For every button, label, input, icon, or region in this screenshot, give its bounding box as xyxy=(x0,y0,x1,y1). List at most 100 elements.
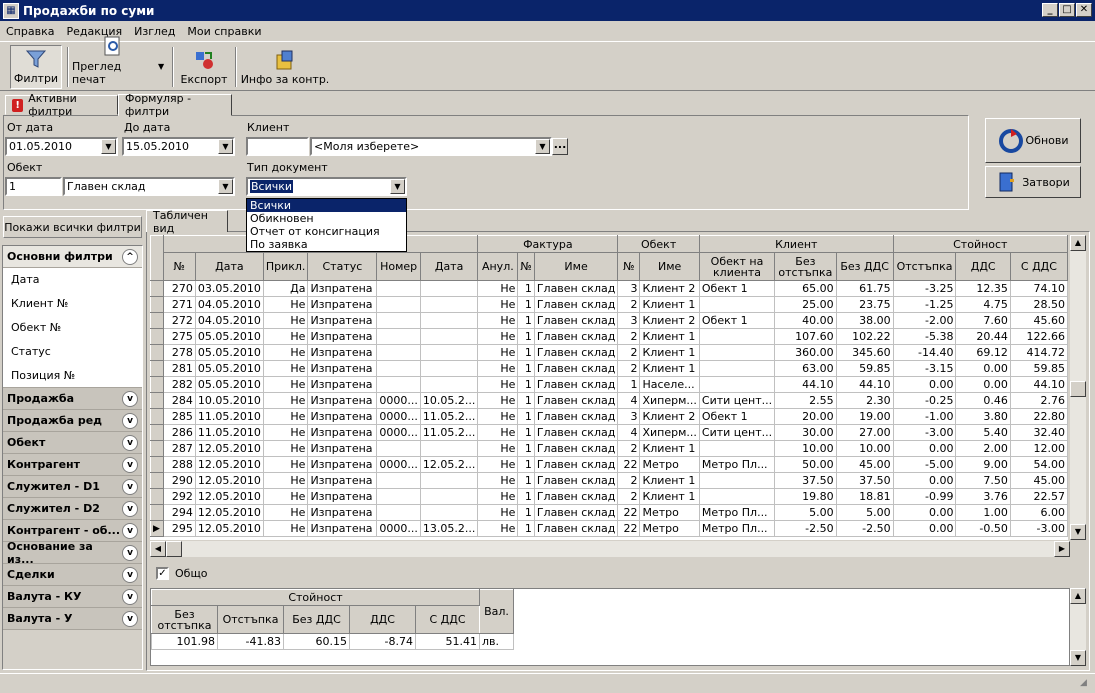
cell-client-no[interactable]: 22 xyxy=(617,504,641,521)
show-all-filters-button[interactable]: Покажи всички филтри xyxy=(3,216,142,238)
cell-client-name[interactable]: Клиент 2 xyxy=(639,280,700,297)
chevron-down-icon[interactable]: v xyxy=(122,434,138,451)
cell-sale-status[interactable]: Изпратена xyxy=(307,328,378,345)
cell-value-with-vat[interactable]: 2.76 xyxy=(1009,392,1068,409)
cell-invoice-date[interactable] xyxy=(419,472,479,489)
cell-value-with-vat[interactable]: -3.00 xyxy=(1009,520,1068,537)
chevron-down-icon[interactable]: v xyxy=(122,478,138,495)
column-header-sale-attached[interactable]: Прикл. xyxy=(262,252,309,281)
cell-value-with-vat[interactable]: 22.80 xyxy=(1009,408,1068,425)
cell-value-discount[interactable]: -5.00 xyxy=(892,456,957,473)
chevron-down-icon[interactable]: v xyxy=(122,588,138,605)
cell-sale-date[interactable]: 12.05.2010 xyxy=(194,440,264,457)
cell-client-name[interactable]: Метро xyxy=(639,520,700,537)
column-header-invoice-number[interactable]: Номер xyxy=(376,252,421,281)
table-row[interactable]: 290 12.05.2010 Не Изпратена Не 1 Главен склад 2… xyxy=(150,472,1068,489)
cell-sale-status[interactable]: Изпратена xyxy=(307,280,378,297)
column-header-sale-date[interactable]: Дата xyxy=(194,252,264,281)
cell-sale-no[interactable]: 271 xyxy=(162,296,196,313)
cell-object-no[interactable]: 1 xyxy=(517,296,535,313)
cell-invoice-date[interactable]: 12.05.2... xyxy=(419,456,479,473)
cell-client-name[interactable]: Населе... xyxy=(639,376,700,393)
table-row[interactable]: 282 05.05.2010 Не Изпратена Не 1 Главен склад 1… xyxy=(150,376,1068,393)
refresh-button[interactable]: Обнови xyxy=(985,118,1081,163)
cell-sale-status[interactable]: Изпратена xyxy=(307,312,378,329)
cell-client-no[interactable]: 3 xyxy=(617,408,641,425)
cell-sale-status[interactable]: Изпратена xyxy=(307,488,378,505)
sidebar-group-currency-u[interactable]: Валута - Уv xyxy=(3,608,142,630)
cell-value-no-discount[interactable]: 30.00 xyxy=(774,424,837,441)
cell-client-no[interactable]: 3 xyxy=(617,312,641,329)
cell-sale-status[interactable]: Изпратена xyxy=(307,456,378,473)
cell-value-no-vat[interactable]: 5.00 xyxy=(835,504,894,521)
cell-sale-attached[interactable]: Не xyxy=(262,344,309,361)
from-date-field[interactable]: 01.05.2010 ▼ xyxy=(5,137,118,156)
cell-value-with-vat[interactable]: 45.00 xyxy=(1009,472,1068,489)
cell-invoice-number[interactable] xyxy=(376,440,421,457)
cell-invoice-date[interactable] xyxy=(419,296,479,313)
cell-client-name[interactable]: Клиент 1 xyxy=(639,440,700,457)
cell-invoice-annulled[interactable]: Не xyxy=(477,360,519,377)
cell-value-no-vat[interactable]: 23.75 xyxy=(835,296,894,313)
cell-sale-date[interactable]: 12.05.2010 xyxy=(194,472,264,489)
cell-sale-date[interactable]: 03.05.2010 xyxy=(194,280,264,297)
sidebar-item-date[interactable]: Дата xyxy=(3,268,142,292)
cell-object-no[interactable]: 1 xyxy=(517,488,535,505)
scroll-right-icon[interactable]: ▶ xyxy=(1054,541,1070,557)
tab-active-filters[interactable]: ! Активни филтри xyxy=(5,92,118,118)
chevron-down-icon[interactable]: v xyxy=(122,522,138,539)
column-header-object-no[interactable]: № xyxy=(517,252,535,281)
cell-value-discount[interactable]: -5.38 xyxy=(892,328,957,345)
table-row[interactable]: 284 10.05.2010 Не Изпратена 0000... 10.05.2..… xyxy=(150,392,1068,409)
cell-value-with-vat[interactable]: 12.00 xyxy=(1009,440,1068,457)
cell-invoice-date[interactable] xyxy=(419,504,479,521)
cell-client-object[interactable]: Метро Пл... xyxy=(698,504,776,521)
cell-value-no-vat[interactable]: 37.50 xyxy=(835,472,894,489)
cell-value-vat[interactable]: -0.50 xyxy=(955,520,1011,537)
column-header-value-discount[interactable]: Отстъпка xyxy=(892,252,957,281)
sidebar-group-sale-row[interactable]: Продажба ред v xyxy=(3,410,142,432)
cell-value-with-vat[interactable]: 6.00 xyxy=(1009,504,1068,521)
cell-value-discount[interactable]: -3.15 xyxy=(892,360,957,377)
cell-client-object[interactable]: Сити цент... xyxy=(698,424,776,441)
cell-value-discount[interactable]: -1.00 xyxy=(892,408,957,425)
cell-invoice-number[interactable] xyxy=(376,360,421,377)
cell-object-name[interactable]: Главен склад xyxy=(533,328,619,345)
cell-object-no[interactable]: 1 xyxy=(517,440,535,457)
tab-form-filters[interactable]: Формуляр - филтри xyxy=(118,92,232,118)
chevron-down-icon[interactable]: ▼ xyxy=(101,139,116,154)
column-header-value-with-vat[interactable]: С ДДС xyxy=(1009,252,1068,281)
client-browse-button[interactable]: ... xyxy=(552,138,568,155)
cell-client-no[interactable]: 2 xyxy=(617,440,641,457)
cell-client-object[interactable]: Метро Пл... xyxy=(698,520,776,537)
cell-value-no-discount[interactable]: 50.00 xyxy=(774,456,837,473)
sidebar-group-employee-d2[interactable]: Служител - D2 v xyxy=(3,498,142,520)
column-header-client-object[interactable]: Обект на клиента xyxy=(698,252,776,281)
cell-sale-no[interactable]: 285 xyxy=(162,408,196,425)
cell-object-name[interactable]: Главен склад xyxy=(533,440,619,457)
cell-object-name[interactable]: Главен склад xyxy=(533,456,619,473)
table-row[interactable]: 294 12.05.2010 Не Изпратена Не 1 Главен склад 2… xyxy=(150,504,1068,521)
cell-value-vat[interactable]: 69.12 xyxy=(955,344,1011,361)
cell-client-name[interactable]: Клиент 2 xyxy=(639,312,700,329)
cell-value-no-vat[interactable]: 38.00 xyxy=(835,312,894,329)
cell-object-no[interactable]: 1 xyxy=(517,280,535,297)
cell-value-no-discount[interactable]: 44.10 xyxy=(774,376,837,393)
cell-sale-attached[interactable]: Не xyxy=(262,408,309,425)
cell-object-name[interactable]: Главен склад xyxy=(533,296,619,313)
column-header-invoice-date[interactable]: Дата xyxy=(419,252,479,281)
dropdown-option[interactable]: Обикновен xyxy=(247,212,406,225)
cell-client-object[interactable] xyxy=(698,488,776,505)
cell-object-name[interactable]: Главен склад xyxy=(533,392,619,409)
table-row[interactable]: 270 03.05.2010 Да Изпратена Не 1 Главен склад 3… xyxy=(150,280,1068,297)
minimize-button[interactable]: _ xyxy=(1042,3,1058,17)
cell-invoice-date[interactable] xyxy=(419,488,479,505)
cell-value-discount[interactable]: -0.99 xyxy=(892,488,957,505)
cell-sale-attached[interactable]: Не xyxy=(262,440,309,457)
cell-object-name[interactable]: Главен склад xyxy=(533,312,619,329)
cell-client-no[interactable]: 2 xyxy=(617,296,641,313)
cell-object-name[interactable]: Главен склад xyxy=(533,472,619,489)
cell-client-object[interactable] xyxy=(698,296,776,313)
cell-sale-attached[interactable]: Не xyxy=(262,488,309,505)
chevron-down-icon[interactable]: ▼ xyxy=(218,179,233,194)
